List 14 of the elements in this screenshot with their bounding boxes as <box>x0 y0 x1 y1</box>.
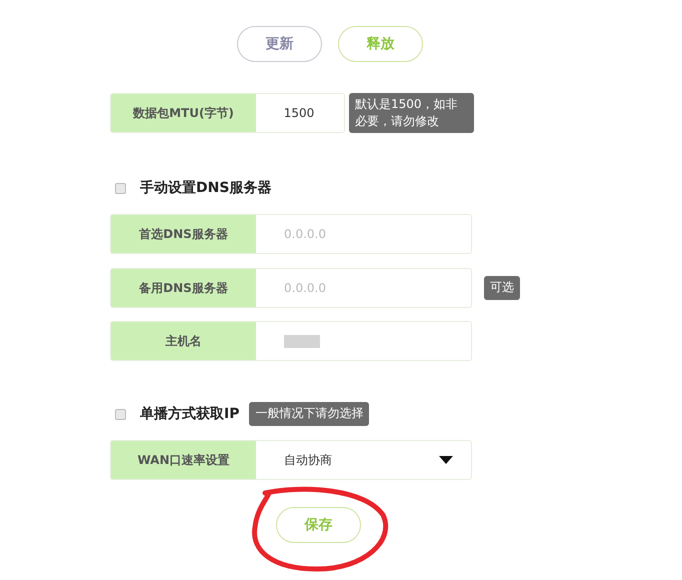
caret-icon <box>439 456 453 464</box>
checkbox[interactable] <box>115 182 126 194</box>
checkbox[interactable] <box>115 408 126 420</box>
hint-tooltip: 一般情况下请勿选择 <box>249 402 370 426</box>
field-label: WAN口速率设置 <box>110 440 256 480</box>
speed-dropdown[interactable]: 自动协商 <box>256 440 472 480</box>
refresh-button[interactable]: 更新 <box>237 26 322 62</box>
checkbox-label: 手动设置DNS服务器 <box>140 178 272 198</box>
checkbox-label: 单播方式获取IP <box>140 404 240 424</box>
dropdown-value: 自动协商 <box>284 452 332 469</box>
save-button[interactable]: 保存 <box>276 507 361 543</box>
release-button[interactable]: 释放 <box>338 26 423 62</box>
hint-tooltip: 默认是1500，如非必要，请勿修改 <box>349 92 474 134</box>
hint-tooltip: 可选 <box>484 276 520 300</box>
